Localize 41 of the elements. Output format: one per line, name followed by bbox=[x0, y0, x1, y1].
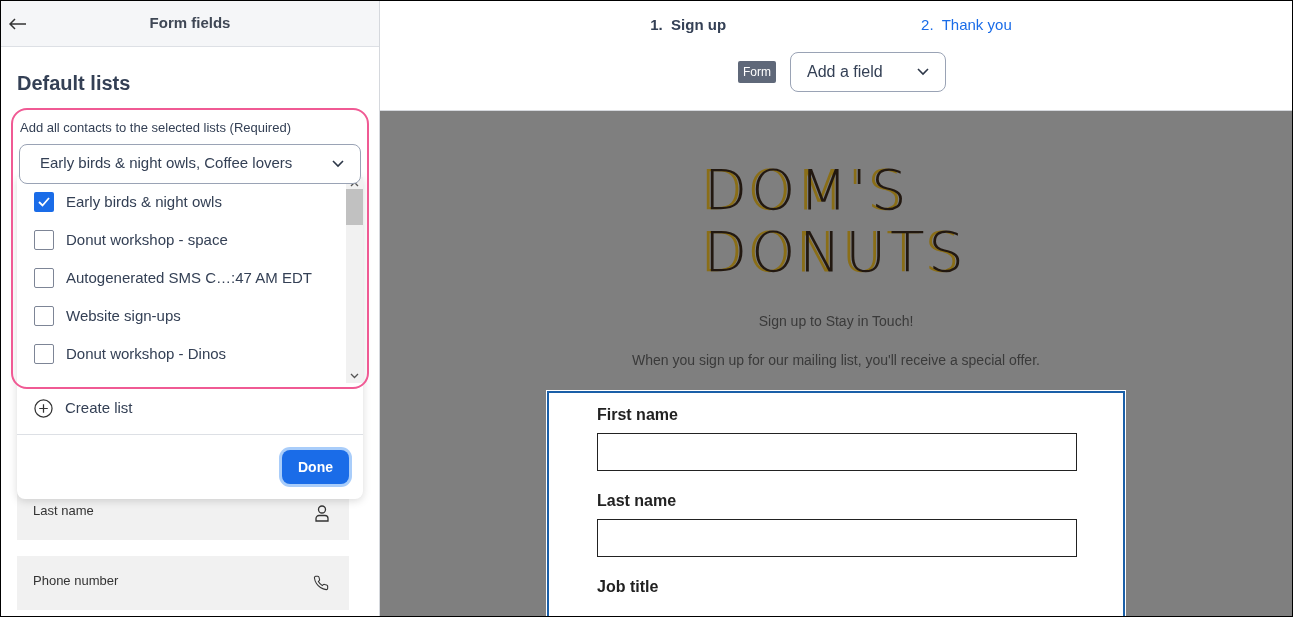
list-option[interactable]: Early birds & night owls bbox=[17, 183, 346, 221]
chevron-down-icon bbox=[917, 67, 929, 76]
checkbox[interactable] bbox=[34, 344, 54, 364]
list-option[interactable]: Autogenerated SMS C…:47 AM EDT bbox=[17, 259, 346, 297]
scrollbar-thumb[interactable] bbox=[346, 189, 363, 225]
list-option[interactable]: Website sign-ups bbox=[17, 297, 346, 335]
field-item[interactable]: Phone number bbox=[17, 556, 349, 610]
scroll-down-icon[interactable] bbox=[350, 373, 359, 379]
form-intro: When you sign up for our mailing list, you'll receive a special offer. bbox=[632, 351, 1040, 370]
field-label: Add all contacts to the selected lists (Required) bbox=[20, 119, 292, 137]
step-tab[interactable]: 1. Sign up bbox=[650, 14, 727, 37]
checkmark-icon bbox=[38, 197, 50, 207]
form-field-label: First name bbox=[597, 405, 679, 425]
add-field-select[interactable]: Add a field bbox=[790, 51, 946, 92]
form-field-label: Last name bbox=[597, 491, 678, 511]
phone-icon bbox=[313, 575, 329, 591]
list-option[interactable]: Donut workshop - Dinos bbox=[17, 335, 346, 373]
step-tab[interactable]: 2. Thank you bbox=[921, 14, 1012, 37]
chevron-down-icon bbox=[332, 159, 344, 168]
back-arrow-icon[interactable] bbox=[9, 17, 27, 30]
checkbox[interactable] bbox=[34, 306, 54, 326]
form-heading: Sign up to Stay in Touch! bbox=[758, 312, 914, 331]
list-option[interactable]: Donut workshop - space bbox=[17, 221, 346, 259]
logo-text: DOM'S bbox=[704, 159, 911, 221]
form-field-label: Job title bbox=[597, 577, 660, 597]
panel-title: Form fields bbox=[149, 13, 231, 34]
input-field[interactable] bbox=[597, 433, 1077, 471]
logo-text: DONUTS bbox=[704, 221, 968, 283]
checkbox[interactable] bbox=[34, 230, 54, 250]
checkbox[interactable] bbox=[34, 192, 54, 212]
person-icon bbox=[315, 504, 329, 522]
create-list-button[interactable]: Create list bbox=[17, 383, 363, 435]
plus-circle-icon bbox=[34, 399, 53, 418]
checkbox[interactable] bbox=[34, 268, 54, 288]
scroll-up-icon[interactable] bbox=[350, 181, 359, 187]
scrollbar[interactable] bbox=[346, 177, 363, 383]
form-tag: Form bbox=[738, 60, 776, 83]
input-field[interactable] bbox=[597, 519, 1077, 557]
list-select[interactable]: Early birds & night owls, Coffee lovers bbox=[19, 143, 361, 184]
section-title: Default lists bbox=[17, 71, 132, 96]
done-button[interactable]: Done bbox=[282, 450, 349, 484]
